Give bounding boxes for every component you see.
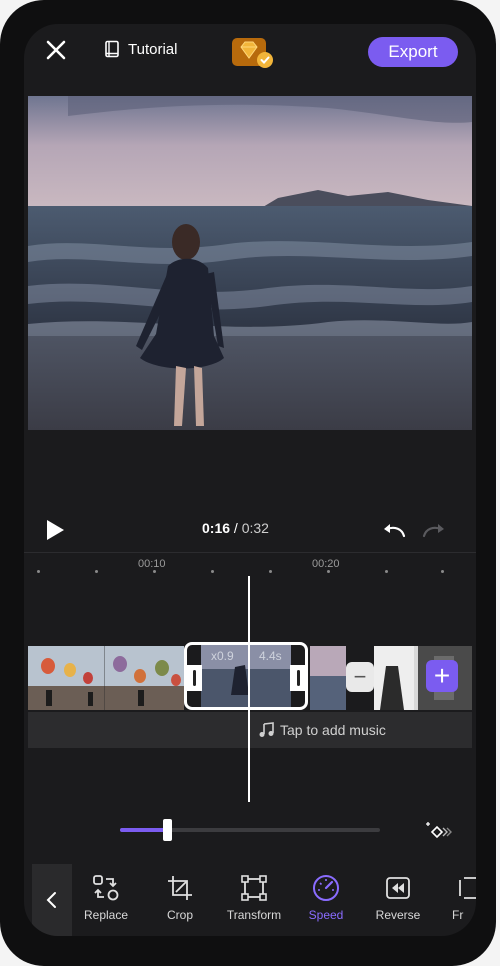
redo-icon[interactable]: [420, 520, 448, 540]
clip-beach[interactable]: [310, 646, 346, 710]
tool-freeze-label: Fr: [452, 908, 464, 922]
tutorial-label: Tutorial: [128, 40, 178, 58]
chevron-left-icon: [46, 892, 56, 908]
play-icon[interactable]: [44, 518, 66, 542]
playback-time: 0:16 / 0:32: [202, 520, 269, 536]
ruler-dot: [441, 570, 444, 573]
premium-gem-icon[interactable]: [232, 36, 274, 70]
clip-speed-label: x0.9: [211, 649, 234, 663]
video-preview[interactable]: [28, 96, 472, 430]
tool-reverse[interactable]: Reverse: [362, 874, 434, 922]
export-button[interactable]: Export: [368, 37, 458, 67]
clip-balloons[interactable]: [28, 646, 184, 710]
book-icon: [105, 40, 119, 58]
divider: [24, 552, 476, 553]
speed-icon: [313, 875, 339, 901]
toolbar-back-button[interactable]: [32, 864, 72, 936]
tool-transform[interactable]: Transform: [218, 874, 290, 922]
selected-clip[interactable]: x0.9 4.4s: [184, 642, 308, 710]
clip-duration-label: 4.4s: [259, 649, 282, 663]
ruler-dot: [327, 570, 330, 573]
ruler-dot: [37, 570, 40, 573]
crop-icon: [168, 876, 192, 900]
ruler-dot: [153, 570, 156, 573]
trim-handle-right[interactable]: [290, 665, 306, 691]
ruler-dot: [269, 570, 272, 573]
trim-handle-left[interactable]: [186, 665, 202, 691]
freeze-icon: [459, 877, 476, 899]
add-clip-button[interactable]: +: [426, 660, 458, 692]
tool-replace-label: Replace: [83, 908, 129, 922]
undo-icon[interactable]: [380, 520, 408, 540]
tool-reverse-label: Reverse: [375, 908, 421, 922]
tutorial-button[interactable]: Tutorial: [104, 40, 177, 58]
tool-replace[interactable]: Replace: [70, 874, 142, 922]
transform-icon: [241, 875, 267, 901]
app-screen: Tutorial Export 0:16 / 0:32 00:10 00:20 …: [24, 24, 476, 936]
remove-clip-button[interactable]: −: [346, 662, 374, 692]
current-time: 0:16: [202, 520, 231, 536]
ruler-dot: [95, 570, 98, 573]
ruler-label-10: 00:10: [138, 558, 166, 570]
tool-speed-label: Speed: [308, 908, 344, 922]
device-frame: Tutorial Export 0:16 / 0:32 00:10 00:20 …: [0, 0, 496, 966]
music-note-icon: [259, 722, 274, 737]
tool-transform-label: Transform: [226, 908, 282, 922]
speed-slider-fill: [120, 828, 167, 832]
add-music-label[interactable]: Tap to add music: [280, 722, 386, 738]
music-track[interactable]: [28, 712, 472, 748]
tool-crop[interactable]: Crop: [144, 874, 216, 922]
total-time: 0:32: [241, 520, 269, 536]
time-separator: /: [233, 520, 238, 536]
ruler-dot: [385, 570, 388, 573]
keyframe-icon[interactable]: [424, 818, 454, 840]
speed-slider-thumb[interactable]: [163, 819, 172, 841]
tool-speed[interactable]: Speed: [290, 874, 362, 922]
ruler-dot: [211, 570, 214, 573]
tool-freeze[interactable]: Fr: [428, 874, 476, 922]
playhead[interactable]: [248, 576, 250, 802]
replace-icon: [93, 875, 119, 901]
close-icon[interactable]: [44, 38, 68, 62]
tool-crop-label: Crop: [166, 908, 193, 922]
reverse-icon: [386, 877, 410, 899]
ruler-label-20: 00:20: [312, 558, 340, 570]
